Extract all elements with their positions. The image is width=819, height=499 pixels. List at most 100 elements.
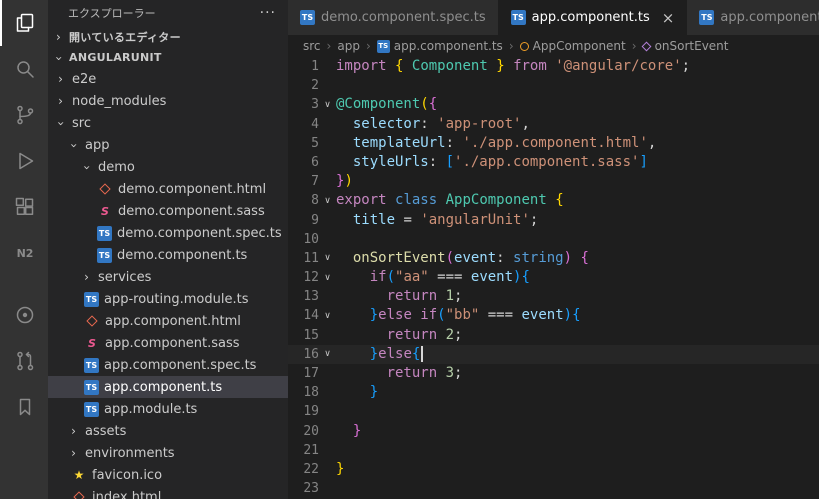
fold-icon[interactable]: ∨ xyxy=(319,196,336,206)
fold-icon[interactable]: ∨ xyxy=(319,100,336,110)
svg-text:N2: N2 xyxy=(17,247,34,260)
file-label: demo.component.ts xyxy=(117,247,248,263)
code-line-12[interactable]: 12 ∨ if("aa" === event){ xyxy=(288,268,819,287)
tree-item-app.component.sass[interactable]: Sapp.component.sass xyxy=(48,332,288,354)
file-label: demo.component.html xyxy=(118,181,267,197)
code-line-21[interactable]: 21 xyxy=(288,441,819,460)
file-label: demo.component.sass xyxy=(118,203,265,219)
test-explorer-icon[interactable] xyxy=(0,292,48,338)
code-line-23[interactable]: 23 xyxy=(288,479,819,498)
code-line-17[interactable]: 17 return 3; xyxy=(288,364,819,383)
tree-item-app.component.ts[interactable]: TS app.component.ts xyxy=(48,376,288,398)
tree-item-index.html[interactable]: index.html xyxy=(48,486,288,499)
fold-icon[interactable]: ∨ xyxy=(319,311,336,321)
code-line-16[interactable]: 16 ∨ }else{ xyxy=(288,344,819,364)
project-section-header[interactable]: › ANGULARUNIT xyxy=(48,47,288,68)
tree-item-assets[interactable]: › assets xyxy=(48,420,288,442)
code-line-9[interactable]: 9 title = 'angularUnit'; xyxy=(288,211,819,230)
code-line-text: export class AppComponent { xyxy=(336,192,564,209)
tree-item-demo[interactable]: › demo xyxy=(48,156,288,178)
tree-item-app[interactable]: › app xyxy=(48,134,288,156)
code-line-text: import { Component } from '@angular/core… xyxy=(336,58,691,74)
file-label: app.component.spec.ts xyxy=(104,357,257,373)
open-editors-header[interactable]: › 開いているエディター xyxy=(48,26,288,47)
extensions-icon[interactable] xyxy=(0,184,48,230)
line-number: 13 xyxy=(303,289,319,305)
file-label: demo.component.spec.ts xyxy=(117,225,282,241)
code-line-6[interactable]: 6 styleUrls: ['./app.component.sass'] xyxy=(288,153,819,172)
file-label: app.module.ts xyxy=(104,401,198,417)
line-number: 5 xyxy=(311,135,319,151)
nx-console-icon[interactable]: N2 xyxy=(0,230,48,276)
explorer-icon[interactable] xyxy=(0,0,48,46)
tree-item-services[interactable]: › services xyxy=(48,266,288,288)
source-control-icon[interactable] xyxy=(0,92,48,138)
code-line-text: if("aa" === event){ xyxy=(369,269,530,286)
code-line-22[interactable]: 22} xyxy=(288,460,819,479)
line-number: 3 xyxy=(311,97,319,113)
file-label: environments xyxy=(85,445,175,461)
tree-item-app.component.spec.ts[interactable]: TS app.component.spec.ts xyxy=(48,354,288,376)
code-line-3[interactable]: 3 ∨ @Component({ xyxy=(288,95,819,114)
method-symbol-icon xyxy=(641,41,652,51)
breadcrumb-onSortEvent[interactable]: onSortEvent xyxy=(641,39,728,53)
tree-item-demo.component.spec.ts[interactable]: TS demo.component.spec.ts xyxy=(48,222,288,244)
code-line-8[interactable]: 8 ∨ export class AppComponent { xyxy=(288,191,819,210)
file-label: node_modules xyxy=(72,93,167,109)
search-icon[interactable] xyxy=(0,46,48,92)
tree-item-app-routing.module.ts[interactable]: TS app-routing.module.ts xyxy=(48,288,288,310)
code-line-2[interactable]: 2 xyxy=(288,76,819,95)
breadcrumb-app.component.ts[interactable]: TS app.component.ts xyxy=(376,39,503,53)
tab-demo.component.spec.ts[interactable]: TS demo.component.spec.ts xyxy=(288,0,499,35)
code-line-19[interactable]: 19 xyxy=(288,402,819,421)
code-line-18[interactable]: 18 } xyxy=(288,383,819,402)
file-label: services xyxy=(98,269,152,285)
tree-item-node_modules[interactable]: › node_modules xyxy=(48,90,288,112)
html-icon xyxy=(84,313,100,329)
tree-item-app.module.ts[interactable]: TS app.module.ts xyxy=(48,398,288,420)
breadcrumb-label: src xyxy=(303,39,321,53)
code-line-5[interactable]: 5 templateUrl: './app.component.html', xyxy=(288,134,819,153)
line-number: 9 xyxy=(311,212,319,228)
sidebar-title: エクスプローラー xyxy=(68,7,156,20)
bookmarks-icon[interactable] xyxy=(0,384,48,430)
pull-requests-icon[interactable] xyxy=(0,338,48,384)
more-actions-icon[interactable]: ··· xyxy=(260,5,276,21)
code-line-1[interactable]: 1 import { Component } from '@angular/cor… xyxy=(288,57,819,76)
line-number: 6 xyxy=(311,154,319,170)
fold-icon[interactable]: ∨ xyxy=(319,273,336,283)
code-line-14[interactable]: 14 ∨ }else if("bb" === event){ xyxy=(288,306,819,325)
code-line-7[interactable]: 7}) xyxy=(288,172,819,191)
run-debug-icon[interactable] xyxy=(0,138,48,184)
fold-icon[interactable]: ∨ xyxy=(319,253,336,263)
code-line-4[interactable]: 4 selector: 'app-root', xyxy=(288,115,819,134)
breadcrumb-AppComponent[interactable]: AppComponent xyxy=(519,39,626,53)
tree-item-demo.component.sass[interactable]: Sdemo.component.sass xyxy=(48,200,288,222)
tree-item-app.component.html[interactable]: app.component.html xyxy=(48,310,288,332)
tab-label: app.component.ts xyxy=(531,10,650,25)
code-line-11[interactable]: 11 ∨ onSortEvent(event: string) { xyxy=(288,249,819,268)
tree-item-demo.component.ts[interactable]: TS demo.component.ts xyxy=(48,244,288,266)
tree-item-demo.component.html[interactable]: demo.component.html xyxy=(48,178,288,200)
code-line-15[interactable]: 15 return 2; xyxy=(288,326,819,345)
breadcrumb-app[interactable]: app xyxy=(337,39,360,53)
line-number: 23 xyxy=(303,481,319,497)
line-number: 1 xyxy=(311,59,319,74)
close-icon[interactable]: × xyxy=(662,9,675,27)
fold-icon[interactable]: ∨ xyxy=(319,349,336,359)
code-line-13[interactable]: 13 return 1; xyxy=(288,287,819,306)
tree-item-environments[interactable]: › environments xyxy=(48,442,288,464)
tab-app.component.spec.ts[interactable]: TS app.component.spec.ts xyxy=(687,0,819,35)
explorer-sidebar: エクスプローラー ··· › 開いているエディター › ANGULARUNIT … xyxy=(48,0,288,499)
code-editor[interactable]: 1 import { Component } from '@angular/cor… xyxy=(288,57,819,499)
tree-item-e2e[interactable]: › e2e xyxy=(48,68,288,90)
chevron-right-icon: › xyxy=(58,72,63,86)
code-line-10[interactable]: 10 xyxy=(288,230,819,249)
file-label: assets xyxy=(85,423,127,439)
tab-app.component.ts[interactable]: TS app.component.ts × xyxy=(498,0,688,35)
file-label: app.component.html xyxy=(105,313,241,329)
breadcrumb-src[interactable]: src xyxy=(303,39,321,53)
code-line-20[interactable]: 20 } xyxy=(288,422,819,441)
tree-item-favicon.ico[interactable]: ★ favicon.ico xyxy=(48,464,288,486)
tree-item-src[interactable]: › src xyxy=(48,112,288,134)
